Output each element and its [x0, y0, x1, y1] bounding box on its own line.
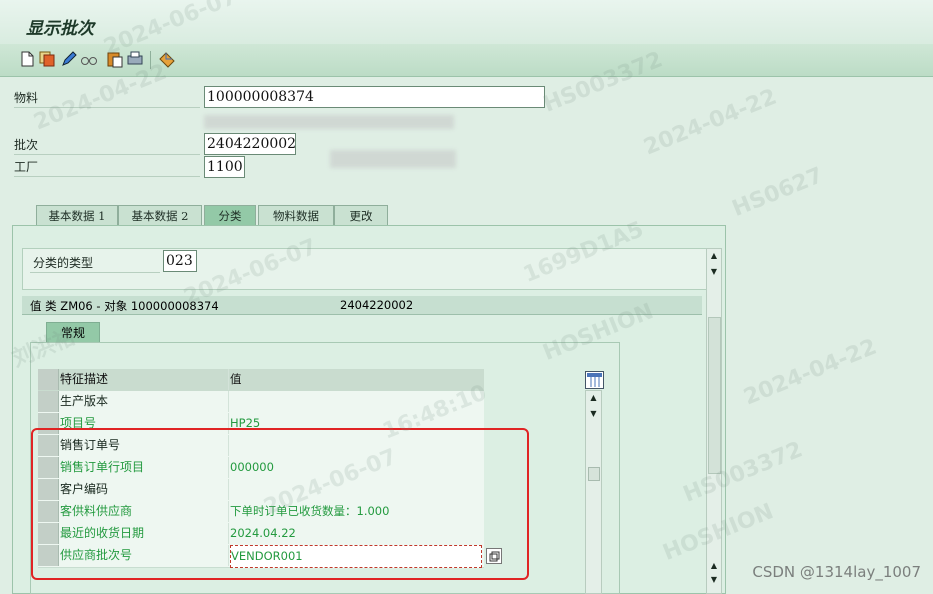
scroll-thumb[interactable]	[708, 317, 721, 474]
scroll-thumb[interactable]	[588, 467, 600, 481]
characteristic-value[interactable]	[230, 391, 480, 412]
table-row: 生产版本	[38, 391, 484, 414]
application-toolbar	[0, 44, 933, 77]
window-title: 显示批次	[26, 19, 94, 39]
material-label-underline	[14, 107, 200, 108]
characteristic-description: 生产版本	[60, 391, 229, 412]
material-description-redacted	[204, 115, 454, 129]
class-type-underline	[30, 272, 160, 273]
object-header-batch: 2404220002	[340, 298, 414, 312]
watermark: 2024-04-22	[740, 334, 881, 411]
scroll-up-arrow-icon[interactable]: ▲	[707, 561, 721, 570]
source-credit: CSDN @1314lay_1007	[752, 563, 921, 581]
material-label: 物料	[14, 91, 39, 105]
material-field[interactable]: 100000008374	[204, 86, 545, 108]
transport-icon[interactable]	[158, 50, 176, 68]
row-selector[interactable]	[38, 369, 59, 390]
watermark: 2024-04-22	[640, 84, 781, 161]
title-bar	[0, 0, 933, 44]
batch-label: 批次	[14, 138, 39, 152]
batch-field[interactable]: 2404220002	[204, 133, 296, 155]
column-header-description[interactable]: 特征描述	[60, 369, 229, 390]
plant-label: 工厂	[14, 160, 39, 174]
class-type-field[interactable]: 023	[163, 250, 197, 272]
pencil-edit-icon[interactable]	[60, 50, 78, 68]
batch-label-underline	[14, 154, 200, 155]
tab-basic-data-2[interactable]: 基本数据 2	[118, 205, 202, 226]
scroll-up-arrow-icon[interactable]: ▲	[707, 251, 721, 260]
tab-material-data[interactable]: 物料数据	[258, 205, 334, 226]
tab-basic-data-1[interactable]: 基本数据 1	[36, 205, 118, 226]
class-type-panel	[22, 248, 708, 290]
highlight-box	[31, 428, 529, 580]
tab-panel-scrollbar[interactable]: ▲ ▼ ▲ ▼	[706, 248, 722, 594]
scroll-down-arrow-icon[interactable]: ▼	[586, 409, 601, 418]
column-header-value[interactable]: 值	[230, 369, 480, 390]
grid-header-row: 特征描述 值	[38, 369, 484, 392]
copy-icon[interactable]	[38, 50, 56, 68]
row-selector[interactable]	[38, 391, 59, 412]
tab-classification[interactable]: 分类	[204, 205, 256, 226]
toolbar-separator	[150, 51, 151, 69]
scroll-up-arrow-icon[interactable]: ▲	[586, 393, 601, 402]
plant-description-redacted	[330, 150, 456, 168]
tab-changes[interactable]: 更改	[334, 205, 388, 226]
watermark: HS0627	[728, 163, 827, 222]
scroll-down-arrow-icon[interactable]: ▼	[707, 575, 721, 584]
print-icon[interactable]	[126, 50, 144, 68]
paste-icon[interactable]	[106, 50, 124, 68]
object-header: 值 类 ZM06 - 对象 100000008374 2404220002	[22, 296, 702, 315]
new-document-icon[interactable]	[18, 50, 36, 68]
grid-scrollbar[interactable]: ▲ ▼	[585, 390, 602, 594]
tab-general[interactable]: 常规	[46, 322, 100, 344]
glasses-display-icon[interactable]	[80, 50, 98, 68]
table-settings-icon[interactable]	[585, 371, 604, 389]
scroll-down-arrow-icon[interactable]: ▼	[707, 267, 721, 276]
object-header-label: 值 类 ZM06 - 对象 100000008374	[30, 299, 219, 313]
class-type-label: 分类的类型	[33, 256, 94, 270]
plant-label-underline	[14, 176, 200, 177]
plant-field[interactable]: 1100	[204, 156, 245, 178]
